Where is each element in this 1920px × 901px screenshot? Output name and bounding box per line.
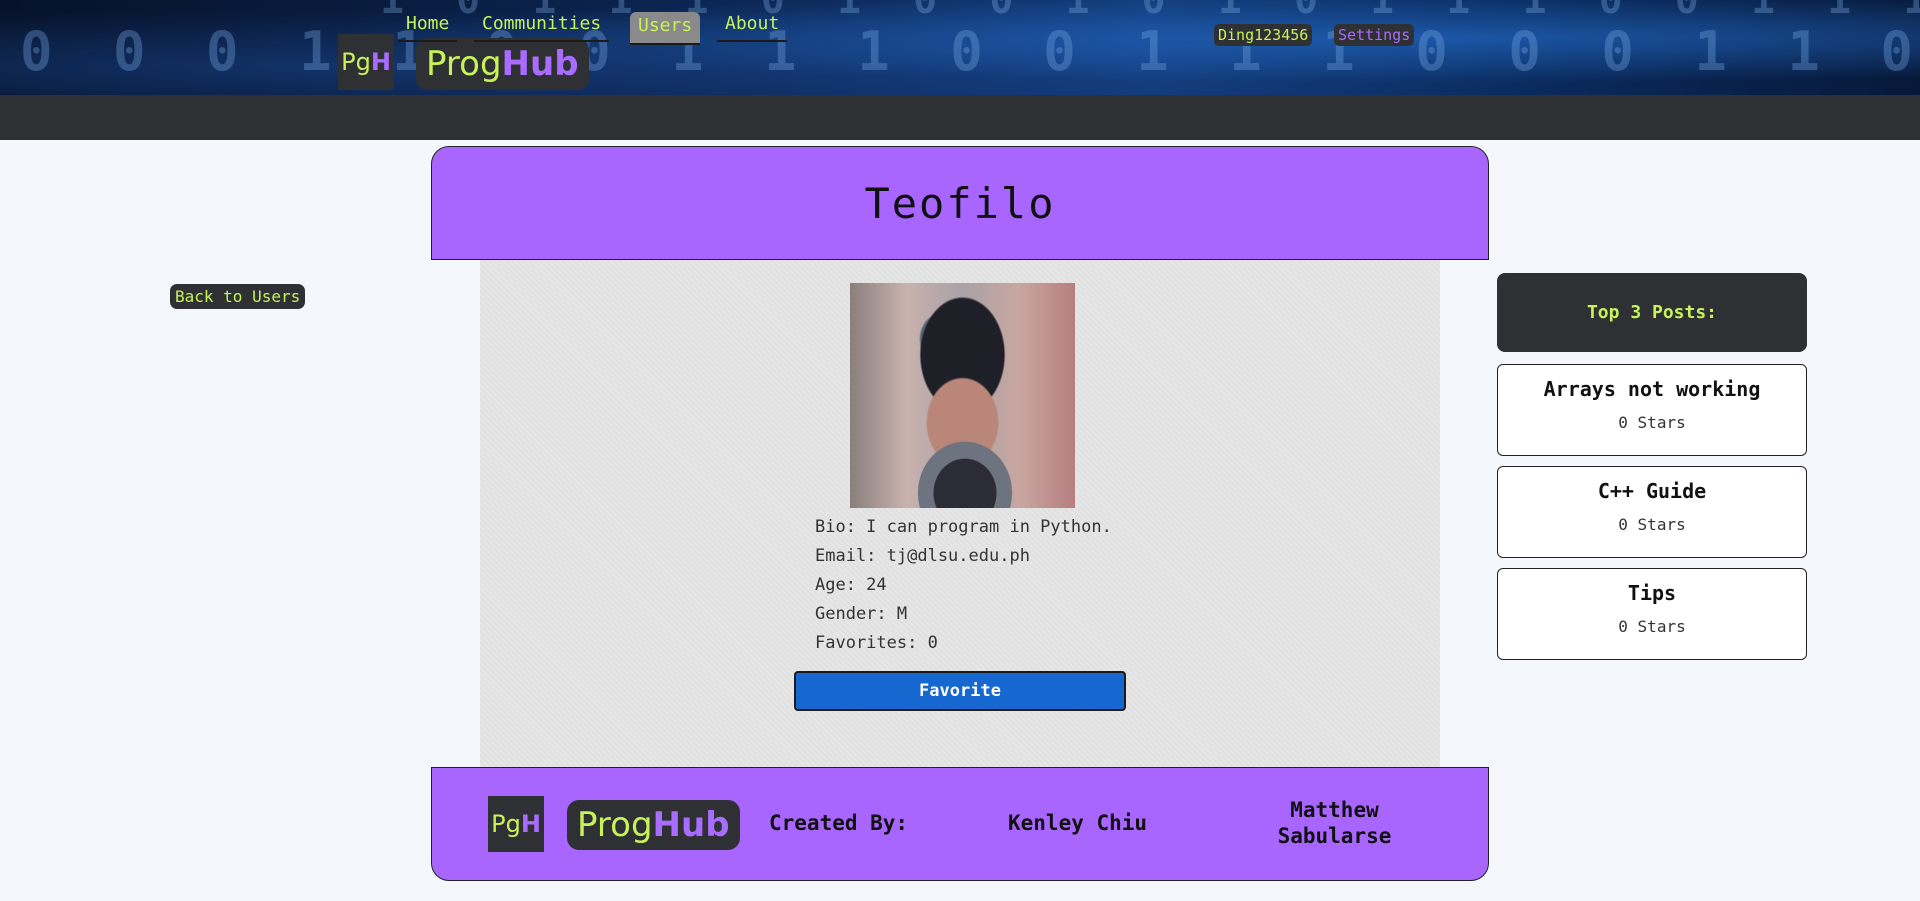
- nav-item-users[interactable]: Users: [630, 12, 701, 45]
- nav-bar: [0, 95, 1920, 140]
- post-stars: 0 Stars: [1618, 515, 1686, 534]
- post-stars: 0 Stars: [1618, 617, 1686, 636]
- footer-logo-mark: Pg H: [488, 796, 544, 852]
- post-title[interactable]: C++ Guide: [1498, 479, 1806, 503]
- footer-author-1: Kenley Chiu: [1008, 811, 1148, 835]
- profile-gender: Gender: M: [815, 604, 908, 624]
- profile-age: Age: 24: [815, 575, 887, 595]
- top-posts-heading: Top 3 Posts:: [1497, 273, 1807, 352]
- footer-author-2-last: Sabularse: [1277, 824, 1392, 848]
- settings-link[interactable]: Settings: [1334, 24, 1415, 46]
- post-card[interactable]: Arrays not working 0 Stars: [1497, 364, 1807, 456]
- header-banner: 0 0 0 1 1 0 0 1 1 1 0 0 1 1 1 0 0 0 1 1 …: [0, 0, 1920, 95]
- post-card[interactable]: Tips 0 Stars: [1497, 568, 1807, 660]
- profile-email: Email: tj@dlsu.edu.ph: [815, 546, 1030, 566]
- post-stars: 0 Stars: [1618, 413, 1686, 432]
- logo-wordmark[interactable]: Prog Hub: [416, 38, 589, 90]
- post-title[interactable]: Arrays not working: [1498, 377, 1806, 401]
- post-card[interactable]: C++ Guide 0 Stars: [1497, 466, 1807, 558]
- profile-avatar: [850, 283, 1075, 508]
- logo-mark[interactable]: Pg H: [338, 34, 394, 90]
- footer-created-by: Created By:: [769, 811, 909, 835]
- username-link[interactable]: Ding123456: [1214, 24, 1313, 46]
- footer-author-2-first: Matthew: [1290, 798, 1379, 822]
- footer-logo-wordmark: Prog Hub: [567, 800, 740, 850]
- favorite-button[interactable]: Favorite: [794, 671, 1126, 711]
- profile-name-heading: Teofilo: [431, 146, 1489, 260]
- nav-item-about[interactable]: About: [717, 12, 788, 42]
- footer-author-2: Matthew Sabularse: [1262, 797, 1407, 849]
- nav-item-communities[interactable]: Communities: [474, 12, 610, 42]
- profile-favorites: Favorites: 0: [815, 633, 938, 653]
- profile-bio: Bio: I can program in Python.: [815, 517, 1112, 537]
- nav-item-home[interactable]: Home: [398, 12, 458, 42]
- back-to-users-button[interactable]: Back to Users: [170, 284, 306, 309]
- binary-background-image: 0 0 0 1 1 0 0 1 1 1 0 0 1 1 1 0 0 0 1 1 …: [20, 0, 1920, 83]
- post-title[interactable]: Tips: [1498, 581, 1806, 605]
